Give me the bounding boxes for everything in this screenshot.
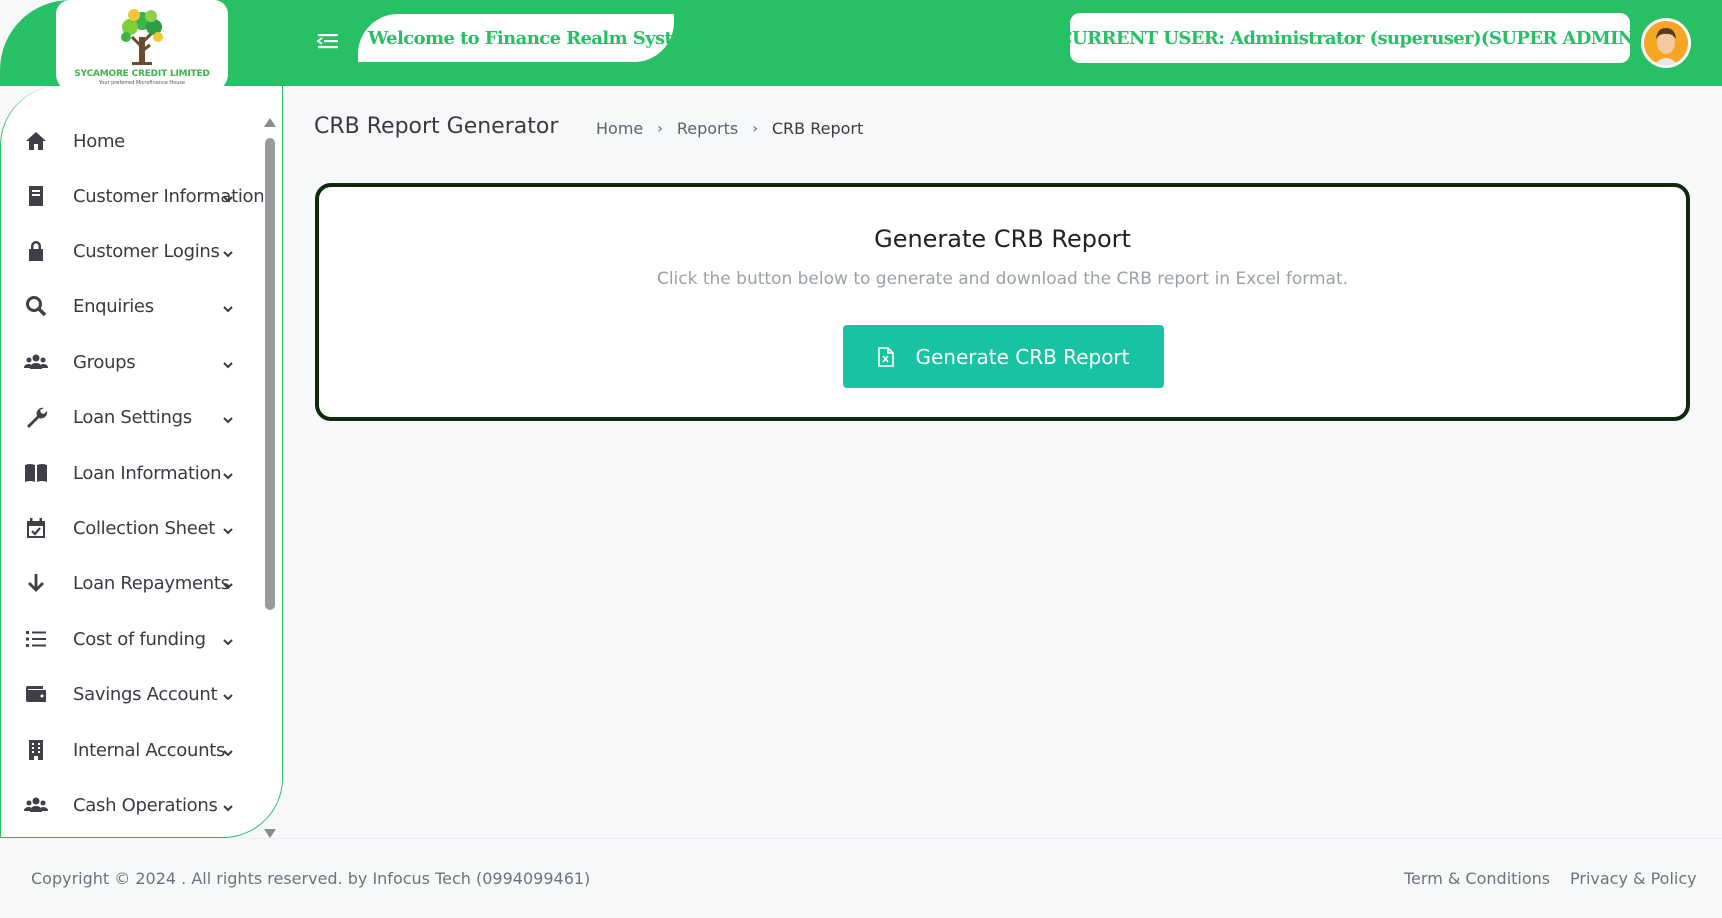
sidebar-item-cash-operations[interactable]: Cash Operations	[1, 778, 263, 832]
sidebar-item-loan-information[interactable]: Loan Information	[1, 446, 263, 500]
sidebar-item-label: Savings Account	[73, 683, 218, 705]
open-book-icon	[23, 460, 49, 486]
users-icon	[23, 792, 49, 818]
list-icon	[23, 626, 49, 652]
building-icon	[23, 737, 49, 763]
current-user-text: CURRENT USER: Administrator (superuser)(…	[1058, 27, 1642, 49]
footer: Copyright © 2024 . All rights reserved. …	[0, 838, 1722, 918]
sidebar-item-home[interactable]: Home	[1, 114, 263, 168]
scroll-up-arrow-icon[interactable]	[264, 118, 276, 127]
scroll-down-arrow-icon[interactable]	[264, 829, 276, 838]
copyright-text: Copyright © 2024 . All rights reserved. …	[31, 869, 591, 888]
user-avatar-icon	[1644, 21, 1688, 65]
chevron-down-icon	[222, 633, 234, 646]
welcome-text: Welcome to Finance Realm System	[368, 27, 702, 49]
current-user-badge: CURRENT USER: Administrator (superuser)(…	[1058, 13, 1642, 63]
sidebar-item-loan-settings[interactable]: Loan Settings	[1, 390, 263, 444]
tree-logo-icon	[121, 9, 163, 65]
sidebar-item-savings-account[interactable]: Savings Account	[1, 667, 263, 721]
chevron-down-icon	[222, 467, 234, 480]
chevron-down-icon	[222, 577, 234, 590]
sidebar-item-groups[interactable]: Groups	[1, 335, 263, 389]
avatar[interactable]	[1641, 18, 1691, 68]
sidebar-item-internal-accounts[interactable]: Internal Accounts	[1, 723, 263, 777]
sidebar-item-label: Loan Repayments	[73, 572, 230, 594]
sidebar-item-collection-sheet[interactable]: Collection Sheet	[1, 501, 263, 555]
logo-tagline: Your preferred Microfinance House	[98, 80, 186, 86]
company-logo[interactable]: SYCAMORE CREDIT LIMITED Your preferred M…	[56, 0, 228, 92]
chevron-down-icon	[222, 300, 234, 313]
generate-button-label: Generate CRB Report	[915, 344, 1130, 369]
sidebar-item-label: Enquiries	[73, 295, 154, 317]
page-title: CRB Report Generator	[314, 114, 559, 139]
chevron-down-icon	[222, 522, 234, 535]
calendar-check-icon	[23, 515, 49, 541]
sidebar-item-enquiries[interactable]: Enquiries	[1, 279, 263, 333]
chevron-right-icon: ›	[657, 120, 663, 137]
home-icon	[23, 128, 49, 154]
sidebar-item-label: Loan Information	[73, 462, 222, 484]
sidebar-item-label: Cash Operations	[73, 794, 218, 816]
card-description: Click the button below to generate and d…	[656, 269, 1349, 289]
card-title: Generate CRB Report	[874, 225, 1131, 253]
breadcrumb-home-link[interactable]: Home	[596, 119, 643, 138]
chevron-down-icon	[222, 799, 234, 812]
chevron-down-icon	[222, 356, 234, 369]
chevron-down-icon	[222, 688, 234, 701]
sidebar-item-label: Groups	[73, 351, 136, 373]
wallet-icon	[23, 681, 49, 707]
sidebar-item-loan-repayments[interactable]: Loan Repayments	[1, 556, 263, 610]
sidebar-item-label: Home	[73, 130, 125, 152]
sidebar-item-label: Cost of funding	[73, 628, 206, 650]
users-icon	[23, 349, 49, 375]
chevron-down-icon	[222, 245, 234, 258]
sidebar-item-label: Customer Logins	[73, 240, 220, 262]
breadcrumb: Home › Reports › CRB Report	[596, 119, 863, 138]
sidebar-item-label: Internal Accounts	[73, 739, 226, 761]
wrench-icon	[23, 404, 49, 430]
sidebar-scrollbar-thumb[interactable]	[265, 138, 275, 610]
sidebar-item-label: Collection Sheet	[73, 517, 215, 539]
menu-toggle-button[interactable]	[316, 30, 340, 52]
sidebar-item-customer-information[interactable]: Customer Information	[1, 169, 263, 223]
sidebar-item-customer-logins[interactable]: Customer Logins	[1, 224, 263, 278]
sidebar-item-label: Loan Settings	[73, 406, 192, 428]
welcome-banner: Welcome to Finance Realm System	[358, 14, 702, 62]
chevron-right-icon: ›	[752, 120, 758, 137]
breadcrumb-current: CRB Report	[771, 119, 864, 138]
sidebar-item-cost-of-funding[interactable]: Cost of funding	[1, 612, 263, 666]
crb-report-card: Generate CRB Report Click the button bel…	[315, 183, 1690, 421]
hamburger-menu-icon	[316, 34, 338, 49]
chevron-down-icon	[222, 744, 234, 757]
privacy-link[interactable]: Privacy & Policy	[1570, 869, 1697, 888]
arrow-down-icon	[23, 570, 49, 596]
breadcrumb-reports-link[interactable]: Reports	[677, 119, 738, 138]
search-icon	[23, 293, 49, 319]
logo-company-name: SYCAMORE CREDIT LIMITED	[74, 69, 210, 79]
excel-file-icon	[878, 346, 895, 367]
book-icon	[23, 183, 49, 209]
chevron-down-icon	[222, 411, 234, 424]
generate-crb-report-button[interactable]: Generate CRB Report	[843, 325, 1164, 388]
sidebar-item-label: Customer Information	[73, 185, 263, 207]
lock-icon	[23, 238, 49, 264]
chevron-down-icon	[222, 190, 234, 203]
terms-link[interactable]: Term & Conditions	[1404, 869, 1550, 888]
sidebar: Home Customer Information Customer Login…	[0, 86, 283, 838]
